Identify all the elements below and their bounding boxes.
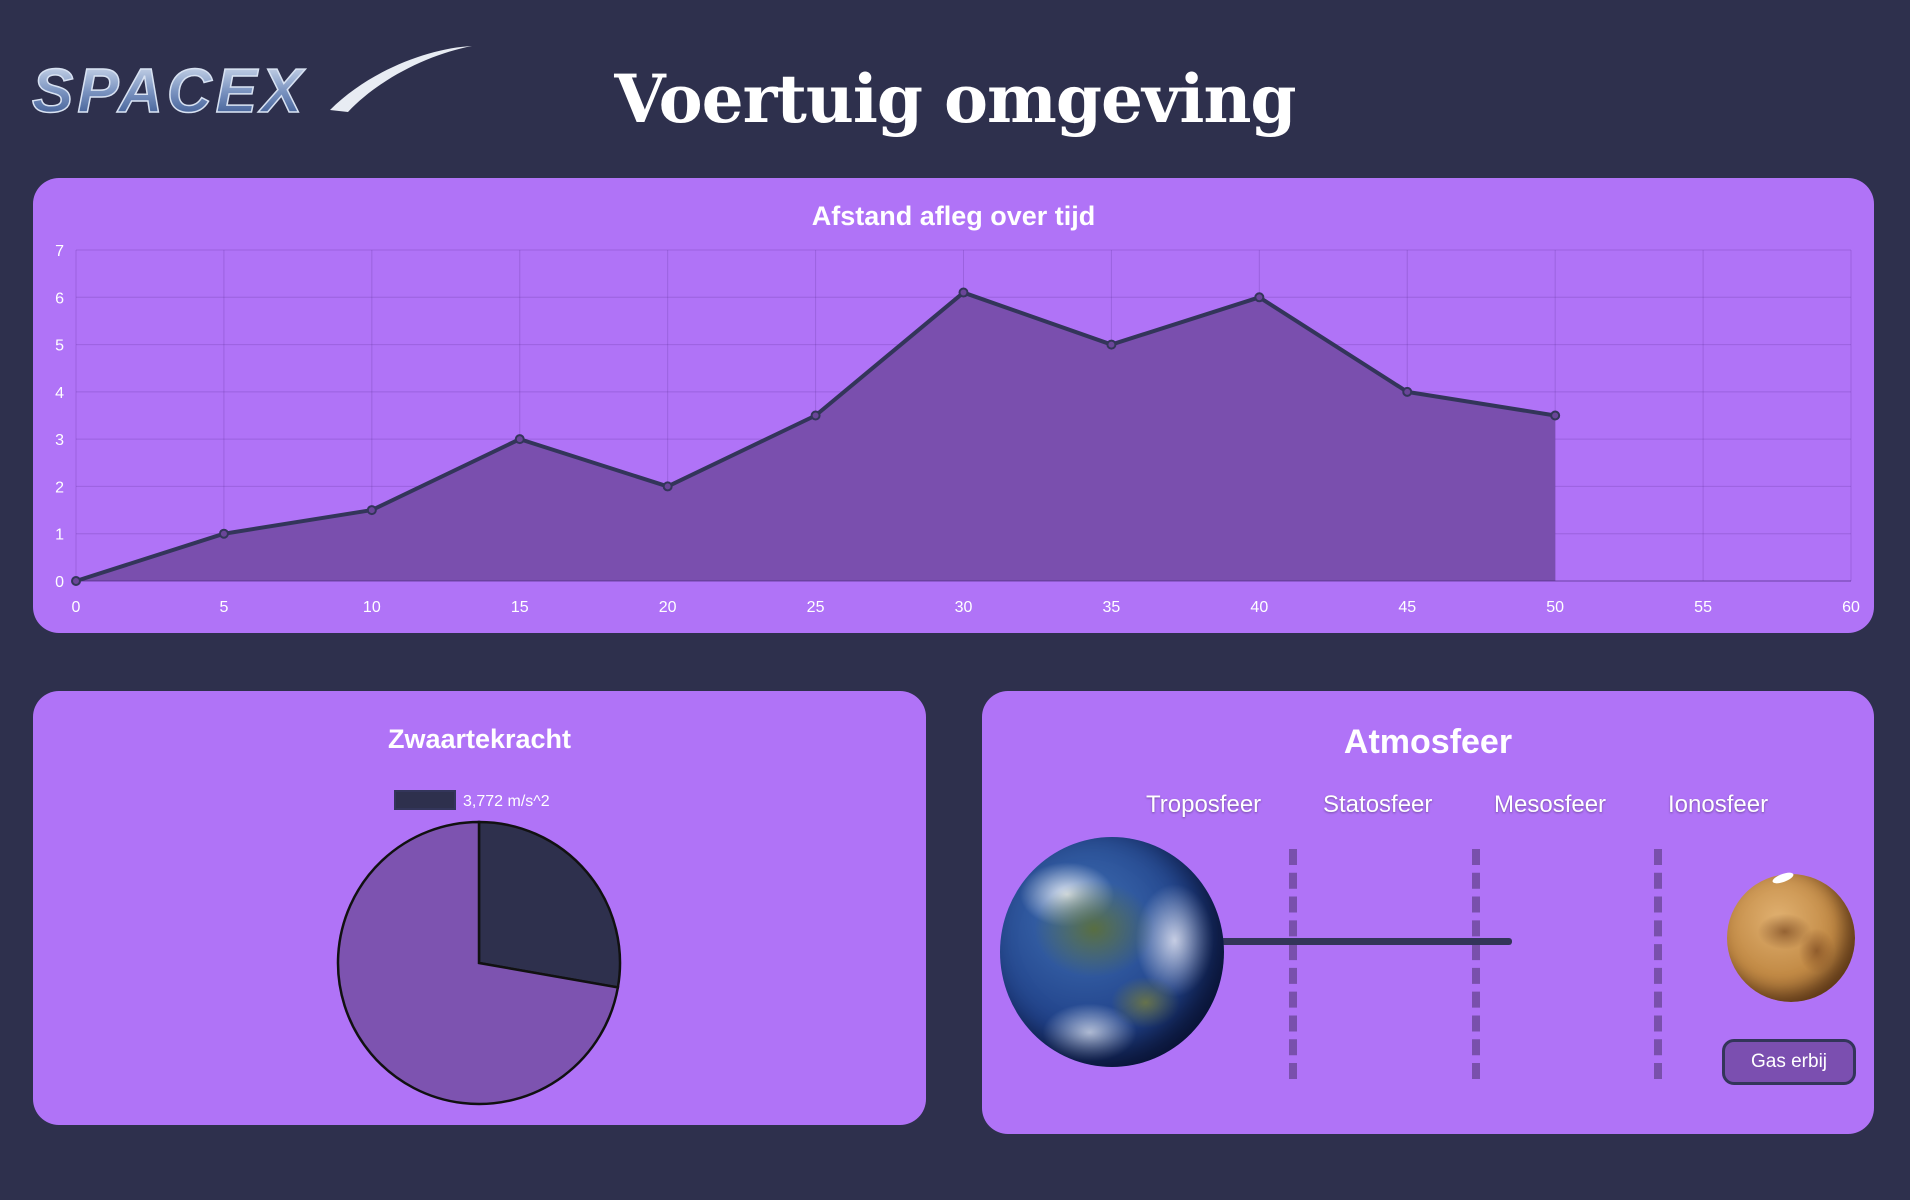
data-point [1254, 292, 1265, 303]
layer-divider [1472, 849, 1480, 1079]
data-point [218, 528, 229, 539]
x-tick-label: 30 [955, 599, 973, 616]
legend-swatch [394, 790, 456, 810]
data-point [958, 287, 969, 298]
x-tick-label: 5 [219, 599, 228, 616]
pie-slice [477, 820, 622, 989]
layer-label-ionosfeer: Ionosfeer [1668, 791, 1769, 818]
gravity-panel: Zwaartekracht 3,772 m/s^2 [33, 691, 926, 1125]
gas-progress-line [1202, 938, 1512, 945]
x-tick-label: 10 [363, 599, 381, 616]
x-tick-label: 60 [1842, 599, 1860, 616]
mars-icon [1727, 874, 1855, 1002]
data-point [1402, 386, 1413, 397]
layer-divider [1654, 849, 1662, 1079]
x-tick-label: 55 [1694, 599, 1712, 616]
y-tick-label: 7 [55, 243, 64, 260]
y-tick-label: 2 [55, 479, 64, 496]
x-tick-label: 50 [1546, 599, 1564, 616]
data-point [514, 434, 525, 445]
y-tick-label: 1 [55, 527, 64, 544]
data-point [1106, 339, 1117, 350]
atmosphere-title: Atmosfeer [1343, 723, 1513, 761]
layer-label-troposfeer: Troposfeer [1146, 791, 1262, 818]
atmosphere-panel: Atmosfeer Troposfeer Statosfeer Mesosfee… [982, 691, 1874, 1134]
legend-label: 3,772 m/s^2 [463, 793, 550, 810]
layer-label-mesosfeer: Mesosfeer [1494, 791, 1607, 818]
x-tick-label: 15 [511, 599, 529, 616]
y-tick-label: 3 [55, 432, 64, 449]
y-tick-label: 6 [55, 290, 64, 307]
data-point [662, 481, 673, 492]
gravity-pie-chart: 3,772 m/s^2 [336, 790, 622, 1106]
distance-area-chart: 0 5 10 15 20 25 30 35 40 45 50 55 6001234567 [55, 243, 1860, 616]
data-point [1550, 410, 1561, 421]
x-tick-label: 45 [1398, 599, 1416, 616]
y-tick-label: 4 [55, 385, 64, 402]
data-point [71, 576, 81, 586]
y-tick-label: 0 [55, 574, 64, 591]
add-gas-button[interactable]: Gas erbij [1722, 1039, 1856, 1085]
y-tick-label: 5 [55, 338, 64, 355]
x-tick-label: 25 [807, 599, 825, 616]
x-tick-label: 20 [659, 599, 677, 616]
x-tick-label: 35 [1103, 599, 1121, 616]
x-tick-label: 40 [1250, 599, 1268, 616]
page-title: Voertuig omgeving [614, 60, 1296, 138]
distance-chart-panel: Afstand afleg over tijd 0 5 10 15 20 25 30 35 40… [33, 178, 1874, 633]
earth-icon [1000, 837, 1224, 1067]
layer-label-statosfeer: Statosfeer [1323, 791, 1433, 818]
data-point [810, 410, 821, 421]
x-tick-label: 0 [72, 599, 81, 616]
layer-divider [1289, 849, 1297, 1079]
data-point [366, 505, 377, 516]
